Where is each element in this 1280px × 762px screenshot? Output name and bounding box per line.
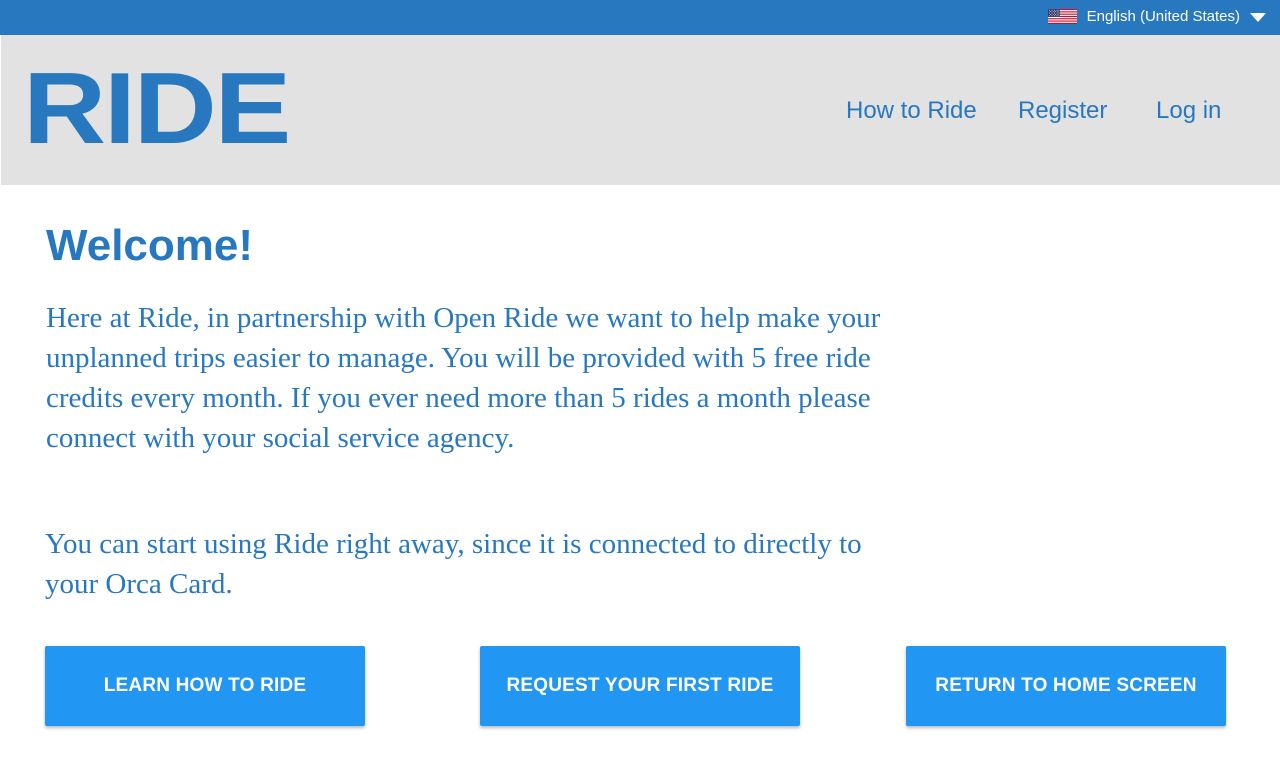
nav-register[interactable]: Register bbox=[1018, 91, 1107, 131]
request-first-ride-button[interactable]: REQUEST YOUR FIRST RIDE bbox=[480, 646, 800, 726]
nav-how-to-ride[interactable]: How to Ride bbox=[846, 91, 977, 131]
ride-logo[interactable]: RIDE bbox=[23, 59, 291, 160]
intro-paragraph: Here at Ride, in partnership with Open R… bbox=[46, 302, 881, 454]
return-home-button[interactable]: RETURN TO HOME SCREEN bbox=[906, 646, 1226, 726]
us-flag-icon bbox=[1047, 8, 1077, 24]
orca-card-paragraph: You can start using Ride right away, sin… bbox=[45, 528, 862, 600]
site-header: RIDE How to Ride Register Log in bbox=[1, 35, 1280, 185]
caret-down-icon[interactable] bbox=[1250, 13, 1266, 22]
language-bar: English (United States) bbox=[0, 0, 1280, 35]
nav-log-in[interactable]: Log in bbox=[1156, 91, 1221, 131]
page-title: Welcome! bbox=[46, 221, 254, 270]
language-label[interactable]: English (United States) bbox=[1087, 8, 1240, 25]
language-selector[interactable]: English (United States) bbox=[1047, 0, 1266, 32]
learn-how-to-ride-button[interactable]: LEARN HOW TO RIDE bbox=[45, 646, 365, 726]
